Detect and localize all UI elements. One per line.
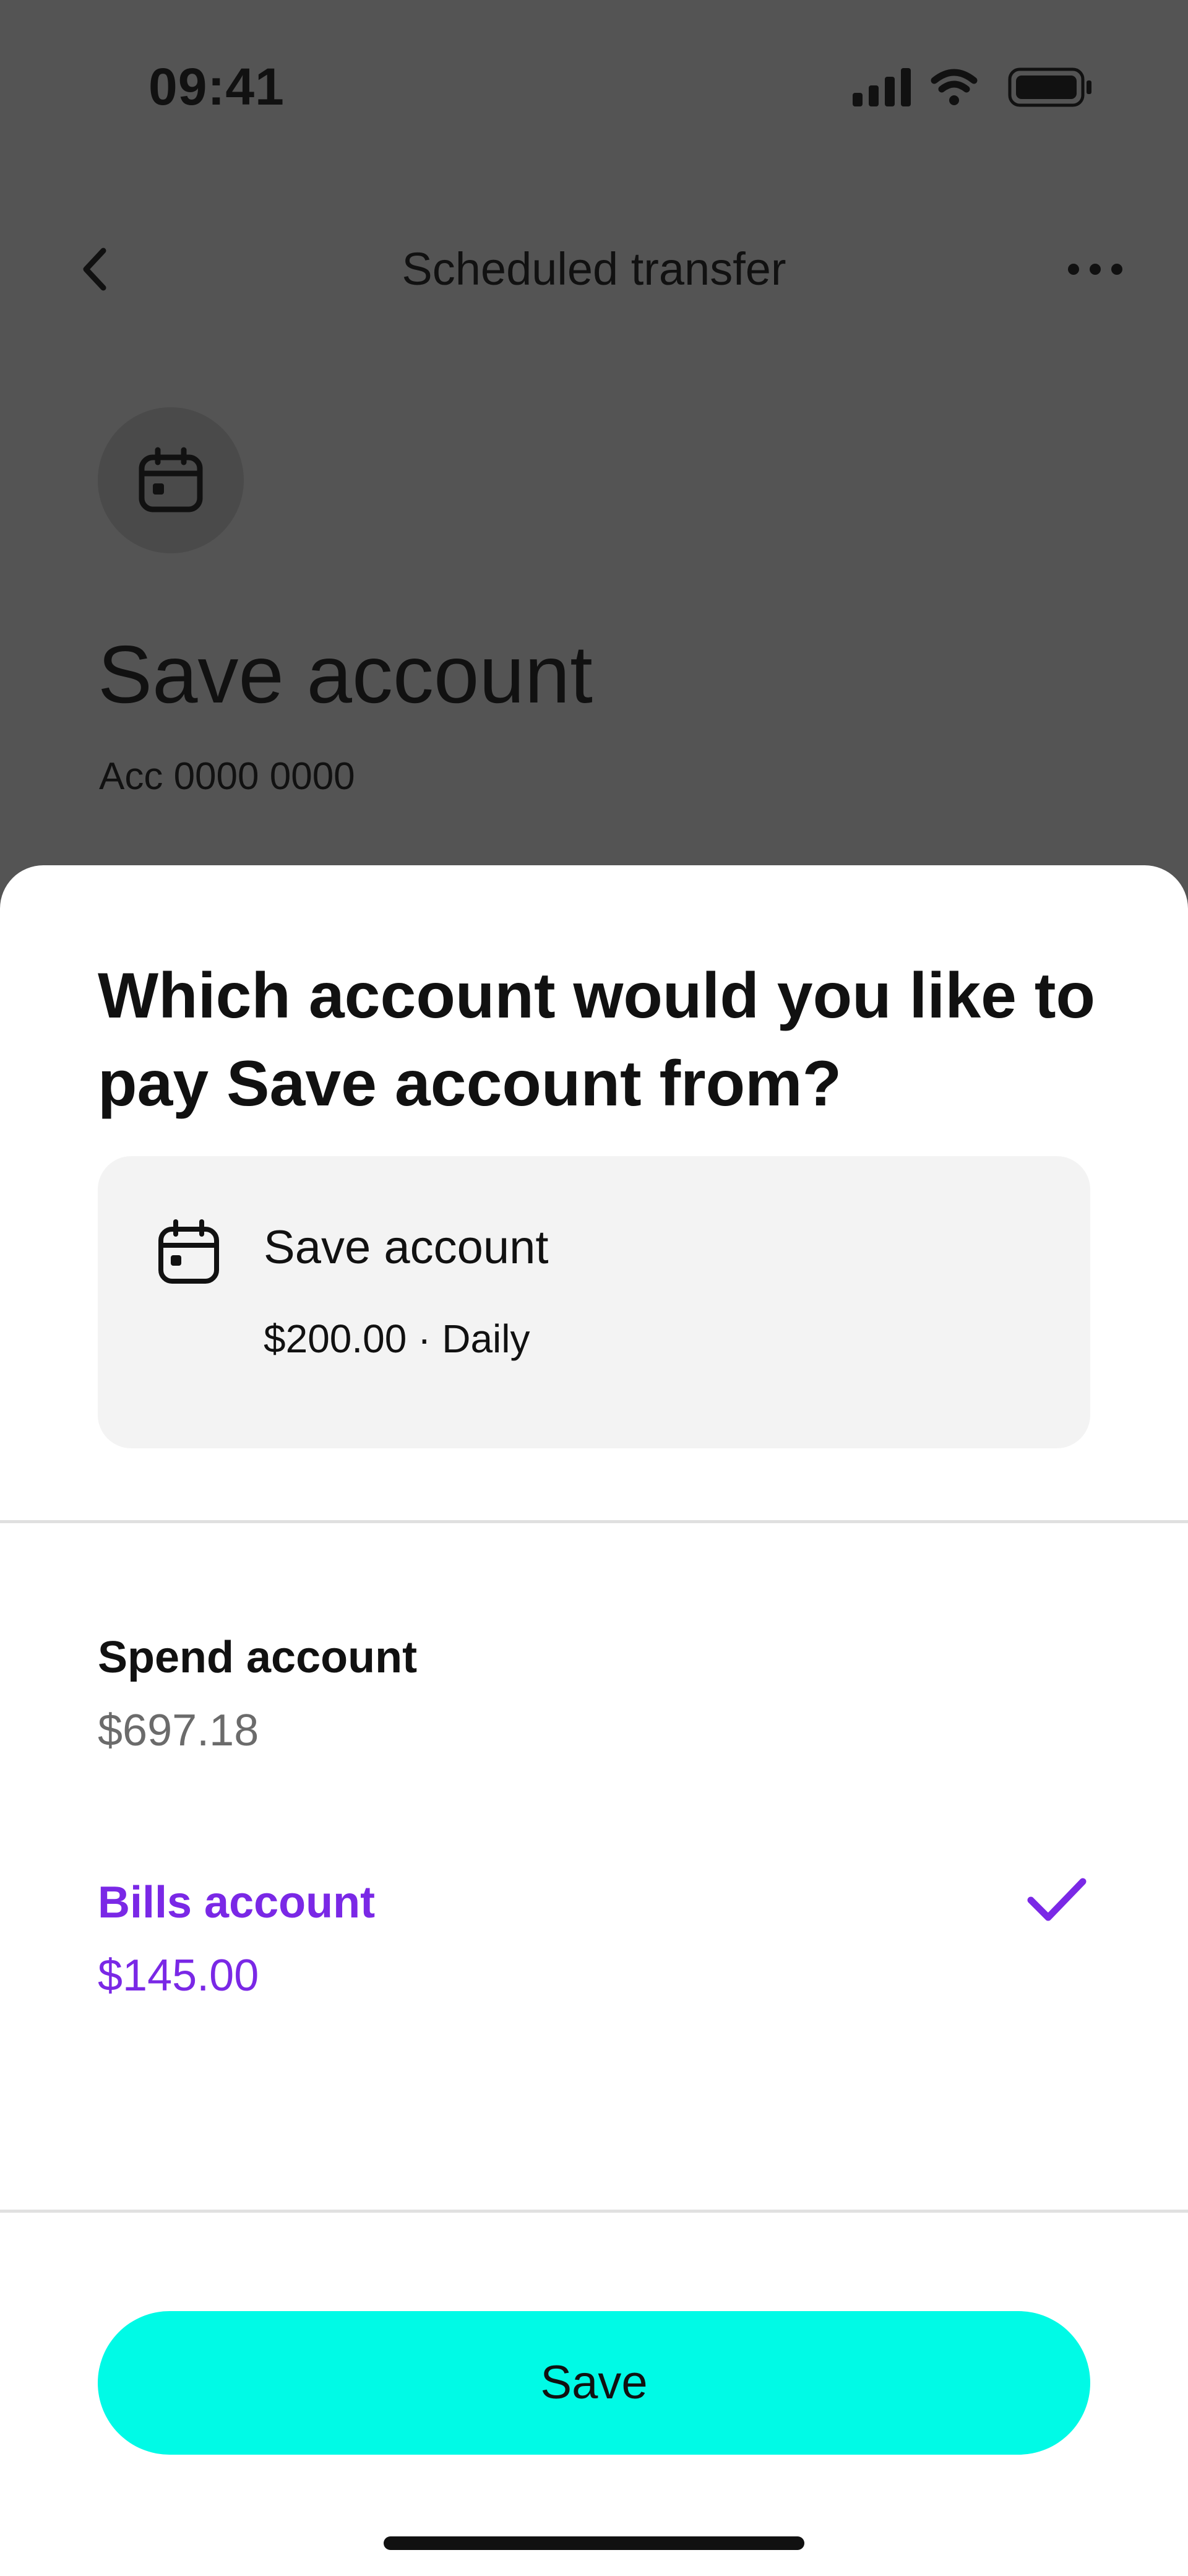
checkmark-icon [1027, 1878, 1087, 1921]
status-icons [848, 62, 1095, 111]
cellular-signal-icon [853, 68, 911, 106]
status-time: 09:41 [148, 58, 285, 116]
more-horizontal-icon [1068, 264, 1122, 275]
back-button[interactable] [68, 241, 124, 297]
transfer-summary-card: Save account $200.00 · Daily [98, 1156, 1090, 1448]
account-option-bills[interactable]: Bills account $145.00 [0, 1872, 1188, 2045]
status-indicators [853, 67, 1091, 107]
account-option-balance: $697.18 [98, 1706, 259, 1755]
sheet-question: Which account would you like to pay Save… [98, 960, 1096, 1120]
page-title: Scheduled transfer [402, 243, 786, 295]
calendar-icon [139, 447, 203, 512]
chevron-left-icon [83, 248, 106, 291]
calendar-icon [158, 1219, 219, 1284]
save-button[interactable]: Save [98, 2311, 1090, 2455]
home-indicator [384, 2536, 804, 2550]
background-screen: 09:41 Scheduled transfer Save account Ac… [0, 0, 1188, 867]
summary-amount-frequency: $200.00 · Daily [264, 1316, 530, 1361]
account-option-name: Bills account [98, 1878, 376, 1927]
account-number: Acc 0000 0000 [99, 755, 355, 798]
summary-account-name: Save account [264, 1221, 549, 1274]
transfer-avatar [98, 407, 244, 553]
navigation-bar: Scheduled transfer [0, 229, 1188, 309]
battery-icon [1008, 67, 1091, 107]
account-option-balance: $145.00 [98, 1951, 259, 2000]
divider [0, 1520, 1188, 1523]
account-option-spend[interactable]: Spend account $697.18 [0, 1627, 1188, 1800]
status-bar: 09:41 [0, 0, 1188, 173]
account-option-name: Spend account [98, 1633, 418, 1682]
more-options-button[interactable] [1058, 241, 1132, 297]
account-picker-sheet: Which account would you like to pay Save… [0, 865, 1188, 2576]
account-title: Save account [98, 629, 593, 720]
app-screen: 09:41 Scheduled transfer Save account Ac… [0, 0, 1188, 2576]
wifi-icon [931, 69, 978, 105]
divider [0, 2210, 1188, 2213]
